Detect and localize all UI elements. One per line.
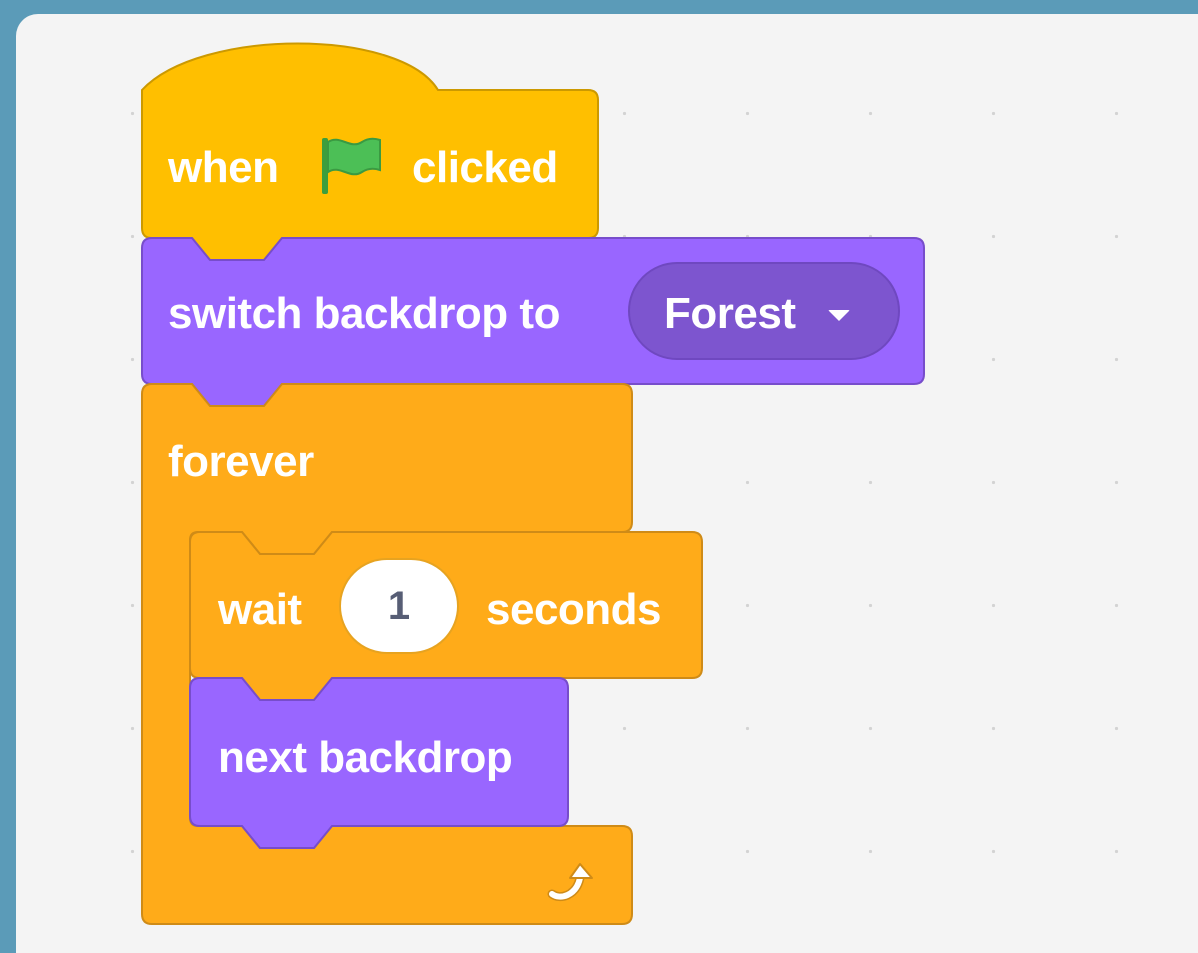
switch-backdrop-label: switch backdrop to — [168, 289, 560, 338]
seconds-label: seconds — [486, 585, 662, 634]
loop-arrow-icon — [547, 863, 593, 902]
green-flag-icon — [322, 137, 381, 194]
wait-seconds-input[interactable]: 1 — [339, 558, 459, 654]
next-backdrop-label: next backdrop — [218, 733, 513, 782]
backdrop-dropdown-value: Forest — [664, 289, 796, 338]
backdrop-dropdown[interactable]: Forest — [628, 262, 900, 360]
forever-label: forever — [168, 437, 314, 486]
clicked-label: clicked — [412, 143, 558, 192]
when-label: when — [168, 143, 279, 192]
wait-label: wait — [218, 585, 302, 634]
dropdown-arrow-icon — [828, 310, 850, 321]
